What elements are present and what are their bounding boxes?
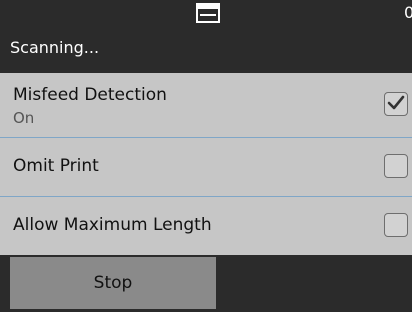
footer-bar: Stop [0,255,412,312]
misfeed-detection-checkbox[interactable] [384,92,408,116]
settings-list: Misfeed Detection On Omit Print Allow Ma… [0,73,412,255]
status-text: Scanning... [10,38,100,57]
setting-row-omit-print[interactable]: Omit Print [0,138,412,196]
stop-button[interactable]: Stop [10,257,216,309]
setting-row-allow-maximum-length[interactable]: Allow Maximum Length [0,197,412,255]
scanner-icon [196,3,220,23]
setting-label: Allow Maximum Length [13,215,212,235]
setting-value: On [13,109,35,127]
omit-print-checkbox[interactable] [384,154,408,178]
page-counter: 0 [404,3,412,22]
header-bar: 0 Scanning... [0,0,412,73]
allow-maximum-length-checkbox[interactable] [384,213,408,237]
setting-label: Omit Print [13,156,99,176]
checkmark-icon [387,95,405,110]
setting-label: Misfeed Detection [13,85,167,105]
setting-row-misfeed-detection[interactable]: Misfeed Detection On [0,73,412,137]
